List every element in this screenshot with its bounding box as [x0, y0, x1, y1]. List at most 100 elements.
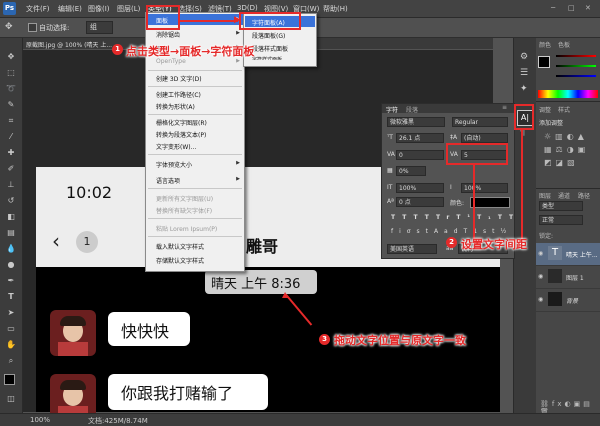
- history-panel-icon[interactable]: ⚙: [520, 52, 528, 62]
- crop-tool-icon[interactable]: ⌗: [6, 116, 16, 126]
- menu-item-font-preview[interactable]: 字体预览大小: [156, 160, 192, 169]
- opentype-button[interactable]: fi: [391, 228, 407, 235]
- menu-item-lorem-ipsum[interactable]: 粘贴 Lorem Ipsum(P): [156, 224, 217, 233]
- blue-slider[interactable]: [556, 75, 596, 77]
- gradient-tool-icon[interactable]: ▤: [6, 228, 16, 238]
- layer-row-image[interactable]: ◉ 图层 1: [536, 266, 600, 289]
- baseline-field[interactable]: 0 点: [396, 197, 444, 207]
- blur-tool-icon[interactable]: 💧: [6, 244, 16, 254]
- kerning-field[interactable]: 0: [396, 150, 444, 160]
- tab-swatches[interactable]: 色板: [558, 40, 570, 49]
- menu-item-warp-text[interactable]: 文字变形(W)...: [156, 142, 196, 151]
- menu-item-paragraph-text[interactable]: 转换为段落文本(P): [156, 130, 206, 139]
- menu-layer[interactable]: 图层(L): [117, 4, 140, 14]
- menu-edit[interactable]: 编辑(E): [58, 4, 82, 14]
- green-slider[interactable]: [556, 65, 596, 67]
- menu-item-opentype[interactable]: OpenType: [156, 58, 186, 65]
- menu-3d[interactable]: 3D(D): [237, 4, 258, 12]
- maximize-icon[interactable]: □: [568, 4, 575, 12]
- opentype-button[interactable]: ơ: [407, 228, 417, 235]
- brush-tool-icon[interactable]: ✐: [6, 164, 16, 174]
- type-button[interactable]: T₁: [477, 214, 498, 221]
- properties-panel-icon[interactable]: ☰: [520, 68, 528, 78]
- font-size-field[interactable]: 26.1 点: [396, 133, 444, 143]
- leading-field[interactable]: (自动): [461, 133, 508, 143]
- tsume-field[interactable]: 0%: [396, 166, 426, 176]
- eye-icon[interactable]: ◉: [538, 273, 543, 280]
- zoom-level[interactable]: 100%: [30, 416, 50, 424]
- menu-item-load-default-style[interactable]: 载入默认文字样式: [156, 242, 204, 251]
- opentype-button[interactable]: A: [434, 228, 444, 235]
- tab-adjustments[interactable]: 调整: [539, 105, 551, 114]
- eraser-tool-icon[interactable]: ◧: [6, 212, 16, 222]
- type-button[interactable]: T: [402, 214, 413, 221]
- type-button[interactable]: TT: [413, 214, 435, 221]
- type-button[interactable]: T: [498, 214, 509, 221]
- type-button[interactable]: T: [509, 214, 520, 221]
- type-tool-icon[interactable]: T: [6, 292, 16, 302]
- document-tab[interactable]: 原截图.jpg @ 100% (晴天 上...: [26, 40, 112, 49]
- tab-paths[interactable]: 路径: [578, 191, 590, 200]
- foreground-color-swatch[interactable]: [4, 374, 15, 385]
- menu-item-paragraph-styles[interactable]: 段落样式面板: [252, 44, 288, 53]
- text-color-swatch[interactable]: [470, 197, 510, 208]
- vertical-scale-field[interactable]: 100%: [396, 183, 444, 193]
- hand-tool-icon[interactable]: ✋: [6, 340, 16, 350]
- close-icon[interactable]: ✕: [585, 4, 591, 12]
- adjustment-icons-row1[interactable]: ☼▥◐▲: [544, 132, 588, 141]
- tab-layers[interactable]: 图层: [539, 191, 551, 200]
- brush-panel-icon[interactable]: ✦: [520, 84, 528, 94]
- menu-help[interactable]: 帮助(H): [323, 4, 348, 14]
- tab-styles[interactable]: 样式: [558, 105, 570, 114]
- layer-filter-dropdown[interactable]: 类型: [539, 201, 583, 211]
- font-family-dropdown[interactable]: 微软雅黑: [387, 117, 445, 127]
- red-slider[interactable]: [556, 55, 596, 57]
- auto-select-dropdown[interactable]: 组: [86, 21, 113, 34]
- type-button[interactable]: T: [391, 214, 402, 221]
- path-select-tool-icon[interactable]: ➤: [6, 308, 16, 318]
- minimize-icon[interactable]: ─: [551, 4, 555, 12]
- opentype-button[interactable]: st: [416, 228, 433, 235]
- quick-select-tool-icon[interactable]: ✎: [6, 100, 16, 110]
- eyedropper-tool-icon[interactable]: ⁄: [6, 132, 16, 142]
- blend-mode-dropdown[interactable]: 正常: [539, 215, 583, 225]
- menu-image[interactable]: 图像(I): [88, 4, 110, 14]
- stamp-tool-icon[interactable]: ⊥: [6, 180, 16, 190]
- quick-mask-icon[interactable]: ◫: [6, 394, 16, 404]
- font-style-dropdown[interactable]: Regular: [452, 117, 508, 127]
- zoom-tool-icon[interactable]: ⌕: [6, 356, 16, 366]
- menu-item-rasterize[interactable]: 栅格化文字图层(R): [156, 118, 207, 127]
- menu-item-language[interactable]: 语言选项: [156, 176, 180, 185]
- move-tool-icon[interactable]: ✥: [6, 52, 16, 62]
- tab-channels[interactable]: 通道: [558, 191, 570, 200]
- auto-select-checkbox[interactable]: [28, 23, 37, 32]
- tab-paragraph[interactable]: 段落: [406, 105, 418, 114]
- adjustment-icons-row3[interactable]: ◩◪▧: [544, 158, 579, 167]
- opentype-buttons[interactable]: fiơstAadT1st½: [391, 228, 512, 235]
- eye-icon[interactable]: ◉: [538, 250, 543, 257]
- dodge-tool-icon[interactable]: ●: [6, 260, 16, 270]
- menu-item-create-3d[interactable]: 创建 3D 文字(D): [156, 74, 202, 83]
- layer-row-text[interactable]: ◉ T 晴天 上午...: [536, 243, 600, 266]
- lasso-tool-icon[interactable]: ➰: [6, 84, 16, 94]
- opentype-button[interactable]: 1st: [473, 228, 500, 235]
- menu-item-paragraph-panel[interactable]: 段落面板(G): [252, 31, 285, 40]
- horizontal-scale-field[interactable]: 100%: [461, 183, 508, 193]
- opentype-button[interactable]: ½: [501, 228, 513, 235]
- language-dropdown[interactable]: 美国英语: [387, 244, 437, 254]
- menu-item-antialias[interactable]: 消除锯齿: [156, 30, 180, 39]
- menu-item-update-layers[interactable]: 更新所有文字图层(U): [156, 194, 213, 203]
- pen-tool-icon[interactable]: ✒: [6, 276, 16, 286]
- panel-menu-icon[interactable]: ≡: [502, 104, 507, 111]
- menu-item-character-styles[interactable]: 字符样式面板: [252, 56, 282, 60]
- layer-row-background[interactable]: ◉ 背景: [536, 289, 600, 312]
- tab-color[interactable]: 颜色: [539, 40, 551, 49]
- type-style-buttons[interactable]: TTTTTrT¹T₁TT: [391, 214, 520, 221]
- opentype-button[interactable]: ad: [444, 228, 464, 235]
- menu-item-replace-fonts[interactable]: 替换所有缺欠字体(F): [156, 206, 212, 215]
- history-brush-icon[interactable]: ↺: [6, 196, 16, 206]
- marquee-tool-icon[interactable]: ⬚: [6, 68, 16, 78]
- tab-character[interactable]: 字符: [386, 105, 398, 114]
- color-ramp[interactable]: [538, 90, 598, 98]
- type-button[interactable]: Tr: [436, 214, 456, 221]
